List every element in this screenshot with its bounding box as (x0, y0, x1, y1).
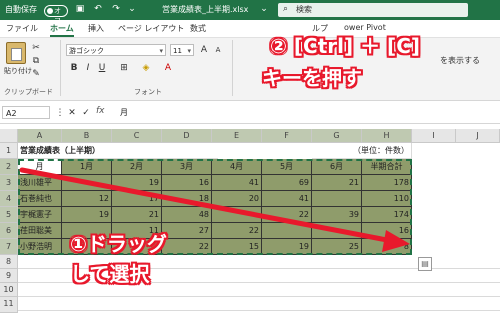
step1-annotation-line1: ①ドラッグ (70, 232, 167, 256)
step2-annotation-line1: ② [Ctrl] ＋ [C] (270, 34, 421, 58)
step1-annotation-line2: して選択 (70, 262, 150, 286)
step2-annotation-line2: キーを押す (262, 66, 362, 90)
